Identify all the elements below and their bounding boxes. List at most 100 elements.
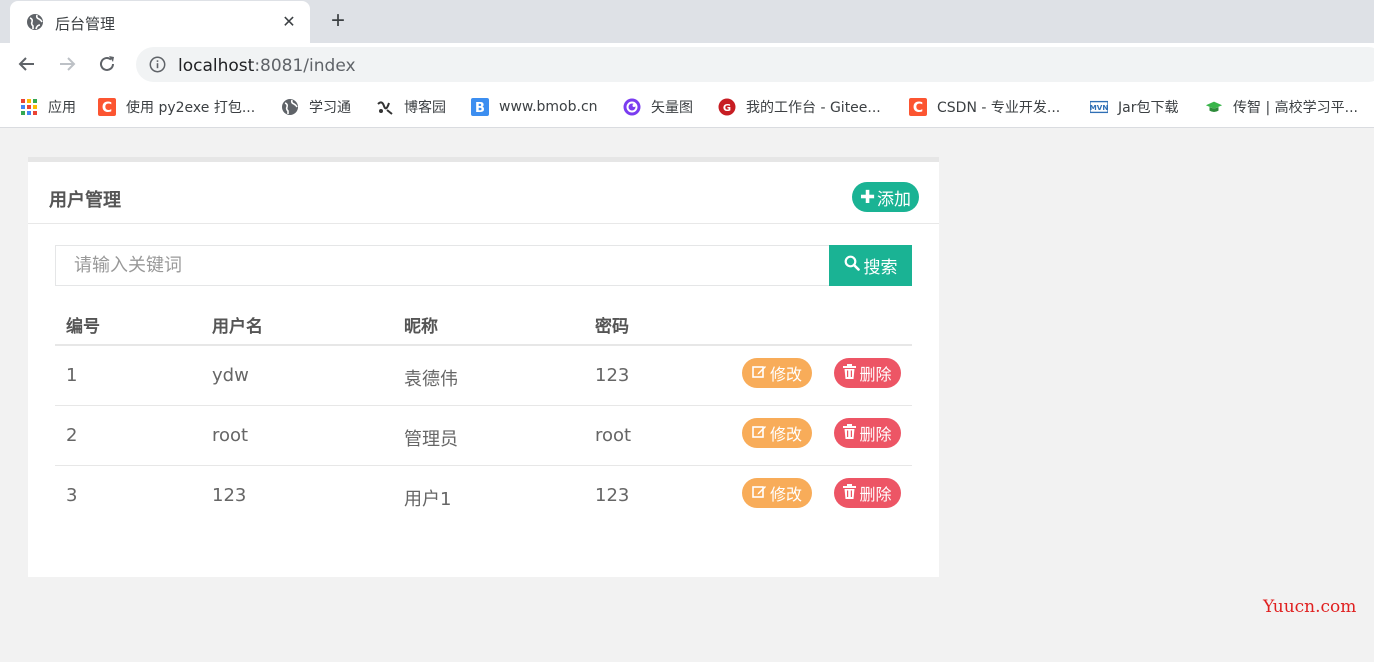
edit-button[interactable]: 修改 — [742, 478, 812, 508]
tab-title: 后台管理 — [55, 15, 116, 33]
cell-password: 123 — [595, 485, 630, 506]
mvn-icon: MVN — [1090, 98, 1108, 116]
cell-username: 123 — [212, 485, 247, 506]
bookmark-gitee[interactable]: G 我的工作台 - Gitee... — [718, 96, 881, 118]
column-header-password: 密码 — [595, 317, 629, 337]
trash-icon — [843, 363, 859, 383]
bookmark-csdn[interactable]: C CSDN - 专业开发... — [909, 96, 1060, 118]
column-header-nickname: 昵称 — [404, 317, 438, 337]
bookmarks-bar: 应用 C 使用 py2exe 打包... 学习通 博客园 B www.bmob.… — [0, 86, 1374, 128]
bookmark-label: 我的工作台 - Gitee... — [746, 100, 881, 116]
csdn-icon: C — [98, 98, 116, 116]
bookmark-label: 应用 — [48, 100, 76, 116]
cell-id: 1 — [66, 365, 78, 386]
info-icon[interactable] — [149, 56, 166, 73]
table-row: 3 123 用户1 123 修改 删除 — [55, 466, 912, 526]
bookmark-label: 传智 | 高校学习平... — [1233, 100, 1358, 116]
svg-text:B: B — [475, 101, 485, 116]
bmob-icon: B — [471, 98, 489, 116]
search-input[interactable] — [55, 245, 830, 286]
cell-id: 3 — [66, 485, 78, 506]
page-title: 用户管理 — [49, 190, 121, 211]
add-button-label: 添加 — [877, 189, 912, 210]
cnblogs-icon — [376, 98, 394, 116]
browser-tab[interactable]: 后台管理 ✕ — [10, 1, 310, 43]
bookmark-iconfont[interactable]: 矢量图 — [623, 96, 693, 118]
cell-nickname: 用户1 — [404, 489, 452, 510]
bookmark-bmob[interactable]: B www.bmob.cn — [471, 96, 598, 118]
cell-password: 123 — [595, 365, 630, 386]
add-button[interactable]: ✚ 添加 — [852, 182, 919, 212]
user-management-panel: 用户管理 ✚ 添加 搜索 编号 用户名 昵称 密码 1 ydw 袁德伟 123 … — [28, 157, 939, 577]
delete-button-label: 删除 — [859, 425, 892, 444]
edit-button-label: 修改 — [769, 485, 802, 504]
watermark: Yuucn.com — [1263, 597, 1357, 617]
new-tab-icon[interactable]: + — [326, 7, 350, 34]
search-button-label: 搜索 — [863, 258, 898, 278]
delete-button-label: 删除 — [859, 485, 892, 504]
trash-icon — [843, 423, 859, 443]
csdn-icon: C — [909, 98, 927, 116]
column-header-id: 编号 — [66, 317, 100, 337]
edit-icon — [752, 424, 770, 443]
edit-icon — [752, 364, 770, 383]
bookmark-label: CSDN - 专业开发... — [937, 100, 1061, 116]
bookmark-label: 学习通 — [309, 100, 351, 116]
table-row: 1 ydw 袁德伟 123 修改 删除 — [55, 346, 912, 406]
delete-button[interactable]: 删除 — [834, 478, 901, 508]
globe-icon — [26, 13, 44, 31]
cell-password: root — [595, 425, 632, 446]
edit-icon — [752, 484, 770, 503]
close-icon[interactable]: ✕ — [280, 13, 298, 31]
table-row: 2 root 管理员 root 修改 删除 — [55, 406, 912, 466]
svg-text:C: C — [102, 100, 112, 116]
bookmark-chuanzhi[interactable]: 传智 | 高校学习平... — [1205, 96, 1358, 118]
iconfont-icon — [623, 98, 641, 116]
cell-nickname: 袁德伟 — [404, 369, 458, 390]
bookmark-mvn[interactable]: MVN Jar包下载 — [1090, 96, 1178, 118]
reload-icon[interactable] — [96, 53, 118, 75]
edit-button[interactable]: 修改 — [742, 358, 812, 388]
bookmark-label: 使用 py2exe 打包... — [126, 100, 256, 116]
apps-grid-icon — [20, 98, 38, 116]
edit-button[interactable]: 修改 — [742, 418, 812, 448]
delete-button[interactable]: 删除 — [834, 358, 901, 388]
bookmark-apps[interactable]: 应用 — [20, 96, 76, 118]
panel-header: 用户管理 ✚ 添加 — [28, 162, 939, 224]
bookmark-label: 博客园 — [404, 100, 446, 116]
address-bar[interactable]: localhost:8081/index — [136, 47, 1374, 82]
plus-icon: ✚ — [859, 186, 876, 208]
delete-button-label: 删除 — [859, 365, 892, 384]
search-button[interactable]: 搜索 — [829, 245, 912, 286]
trash-icon — [843, 483, 859, 503]
delete-button[interactable]: 删除 — [834, 418, 901, 448]
graduation-cap-icon — [1205, 98, 1223, 116]
bookmark-label: www.bmob.cn — [499, 99, 598, 115]
bookmark-label: Jar包下载 — [1118, 100, 1179, 116]
browser-tabstrip: 后台管理 ✕ + — [0, 0, 1374, 43]
url-text: localhost:8081/index — [178, 56, 356, 76]
svg-text:MVN: MVN — [1090, 103, 1108, 112]
cell-id: 2 — [66, 425, 78, 446]
column-header-username: 用户名 — [212, 317, 263, 337]
users-table: 编号 用户名 昵称 密码 1 ydw 袁德伟 123 修改 删除 2 root … — [55, 298, 912, 526]
bookmark-py2exe[interactable]: C 使用 py2exe 打包... — [98, 96, 255, 118]
url-host: localhost — [178, 56, 255, 76]
edit-button-label: 修改 — [769, 425, 802, 444]
url-path: :8081/index — [254, 56, 356, 76]
edit-button-label: 修改 — [769, 365, 802, 384]
svg-text:C: C — [913, 100, 923, 116]
gitee-icon: G — [718, 98, 736, 116]
back-arrow-icon[interactable] — [16, 53, 38, 75]
bookmark-label: 矢量图 — [651, 100, 693, 116]
svg-text:G: G — [723, 103, 731, 114]
forward-arrow-icon[interactable] — [56, 53, 78, 75]
table-header: 编号 用户名 昵称 密码 — [55, 298, 912, 346]
globe-icon — [281, 98, 299, 116]
cell-username: ydw — [212, 365, 249, 386]
bookmark-xuexitong[interactable]: 学习通 — [281, 96, 351, 118]
bookmark-cnblogs[interactable]: 博客园 — [376, 96, 446, 118]
search-icon — [844, 255, 864, 276]
browser-toolbar: localhost:8081/index — [0, 43, 1374, 86]
cell-nickname: 管理员 — [404, 429, 458, 450]
